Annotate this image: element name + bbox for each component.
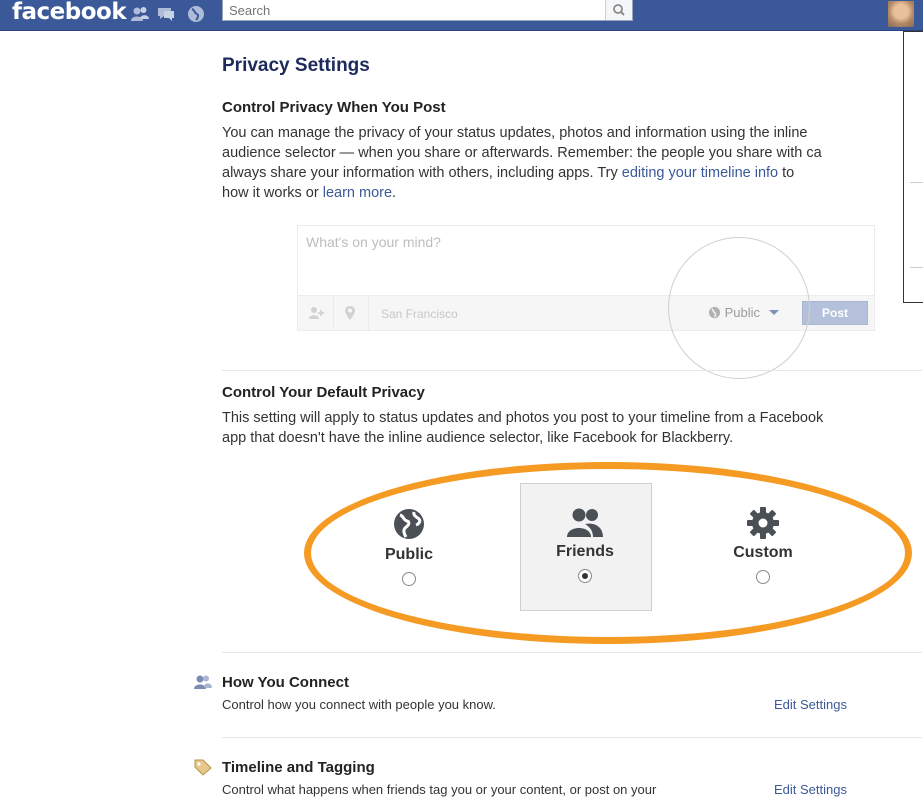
timeline-tagging-edit-link[interactable]: Edit Settings	[774, 782, 847, 797]
how-you-connect-edit-link[interactable]: Edit Settings	[774, 697, 847, 712]
search-box	[222, 0, 633, 21]
location-text: San Francisco	[381, 307, 458, 321]
timeline-tagging-title: Timeline and Tagging	[222, 759, 375, 776]
divider	[222, 652, 922, 653]
post-privacy-heading: Control Privacy When You Post	[222, 99, 446, 116]
how-you-connect-title: How You Connect	[222, 674, 349, 691]
messages-icon[interactable]	[156, 4, 176, 24]
user-avatar[interactable]	[888, 1, 914, 27]
learn-more-link[interactable]: learn more	[323, 185, 392, 201]
facebook-logo[interactable]: facebook	[12, 0, 127, 25]
default-privacy-description: This setting will apply to status update…	[222, 408, 823, 448]
divider	[222, 737, 922, 738]
post-privacy-line-3-text: always share your information with other…	[222, 165, 622, 181]
post-privacy-line-4-text: how it works or	[222, 185, 323, 201]
highlight-circle	[668, 237, 810, 379]
post-privacy-line-3: always share your information with other…	[222, 163, 822, 183]
default-privacy-line-1: This setting will apply to status update…	[222, 410, 824, 426]
post-privacy-description: You can manage the privacy of your statu…	[222, 123, 822, 203]
orange-highlight-ellipse	[304, 462, 912, 644]
default-privacy-line-2: app that doesn't have the inline audienc…	[222, 430, 734, 446]
page-title: Privacy Settings	[222, 55, 370, 76]
post-privacy-line-4: how it works or learn more.	[222, 183, 822, 203]
divider	[222, 370, 922, 371]
default-privacy-heading: Control Your Default Privacy	[222, 384, 425, 401]
search-button[interactable]	[605, 0, 632, 20]
location-pin-icon[interactable]	[344, 305, 356, 321]
how-you-connect-description: Control how you connect with people you …	[222, 697, 496, 712]
post-privacy-line-3-suffix: to	[778, 165, 795, 181]
tag-icon	[194, 759, 212, 776]
search-icon	[613, 4, 625, 16]
notifications-globe-icon[interactable]	[186, 4, 206, 24]
post-privacy-line-1: You can manage the privacy of your statu…	[222, 125, 808, 141]
editing-timeline-info-link[interactable]: editing your timeline info	[622, 165, 778, 181]
post-button[interactable]: Post	[802, 301, 868, 325]
tag-friends-icon[interactable]	[308, 305, 326, 321]
how-you-connect-icon	[194, 675, 212, 689]
post-privacy-line-4-suffix: .	[392, 185, 397, 201]
composer-placeholder[interactable]: What's on your mind?	[306, 234, 441, 250]
timeline-tagging-description: Control what happens when friends tag yo…	[222, 782, 657, 797]
right-side-panel	[903, 31, 923, 303]
friend-requests-icon[interactable]	[130, 4, 150, 24]
post-privacy-line-2: audience selector — when you share or af…	[222, 145, 822, 161]
top-navigation-bar: facebook	[0, 0, 923, 31]
search-input[interactable]	[223, 0, 599, 20]
